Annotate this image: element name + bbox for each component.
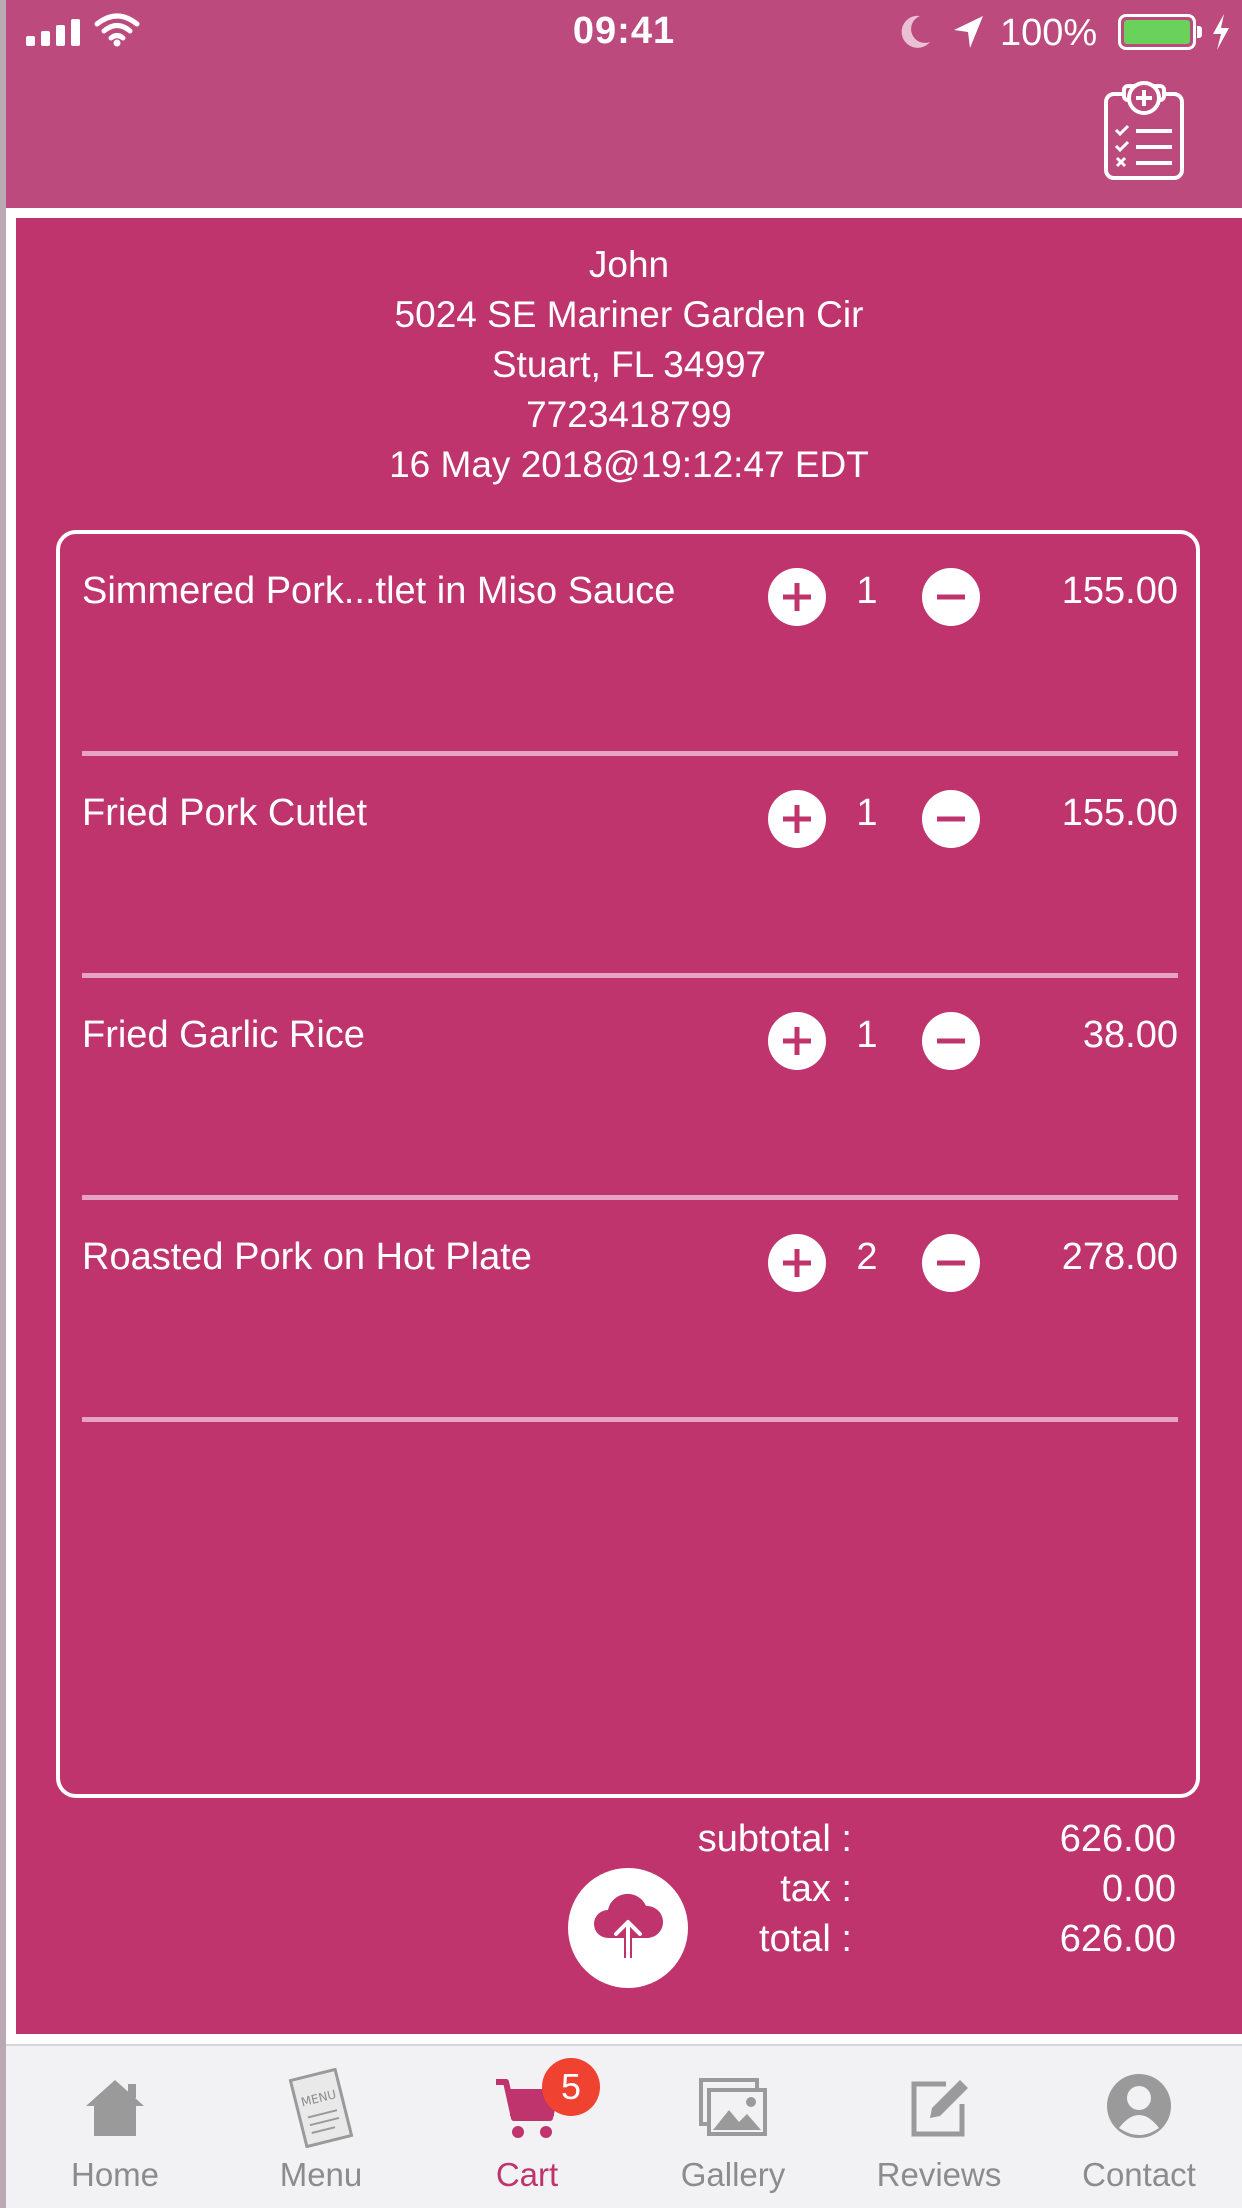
minus-icon — [937, 1260, 965, 1266]
increase-quantity-button[interactable] — [768, 1234, 826, 1292]
item-quantity: 1 — [856, 570, 878, 612]
cart-count-badge: 5 — [542, 2058, 600, 2116]
cart-item: Fried Garlic Rice 1 38.00 — [82, 978, 1178, 1200]
top-bar: 09:41 100% — [6, 0, 1242, 208]
cart-item: Roasted Pork on Hot Plate 2 278.00 — [82, 1200, 1178, 1422]
moon-icon — [901, 15, 930, 48]
increase-quantity-button[interactable] — [768, 568, 826, 626]
tab-menu[interactable]: MENU Menu — [218, 2046, 424, 2208]
item-name: Fried Pork Cutlet — [82, 792, 368, 834]
tab-label: Gallery — [680, 2156, 786, 2193]
increase-quantity-button[interactable] — [768, 1012, 826, 1070]
item-price: 155.00 — [1061, 570, 1178, 612]
cloud-upload-icon — [594, 1893, 664, 1958]
order-checklist-add-icon[interactable] — [1102, 78, 1188, 182]
total-value: 626.00 — [1059, 1918, 1176, 1960]
plus-icon — [783, 1027, 811, 1055]
item-price: 155.00 — [1061, 792, 1178, 834]
battery-icon — [1118, 14, 1202, 50]
total-label: total : — [759, 1918, 852, 1960]
tab-contact[interactable]: Contact — [1036, 2046, 1242, 2208]
tab-home[interactable]: Home — [12, 2046, 218, 2208]
increase-quantity-button[interactable] — [768, 790, 826, 848]
order-datetime: 16 May 2018@19:12:47 EDT — [389, 444, 869, 485]
charging-bolt-icon — [1213, 14, 1229, 50]
item-quantity: 2 — [856, 1236, 878, 1278]
submit-order-button[interactable] — [568, 1868, 688, 1988]
minus-icon — [937, 594, 965, 600]
home-icon — [86, 2080, 144, 2136]
edit-review-icon — [911, 2080, 968, 2137]
contact-person-icon — [1107, 2074, 1171, 2138]
customer-info: John 5024 SE Mariner Garden Cir Stuart, … — [16, 240, 1242, 490]
item-price: 38.00 — [1082, 1014, 1178, 1056]
item-quantity: 1 — [856, 792, 878, 834]
item-quantity: 1 — [856, 1014, 878, 1056]
decrease-quantity-button[interactable] — [922, 790, 980, 848]
plus-icon — [783, 1249, 811, 1277]
tab-label: Home — [70, 2156, 160, 2193]
plus-icon — [783, 583, 811, 611]
cart-items-box: Simmered Pork...tlet in Miso Sauce 1 155… — [56, 530, 1200, 1798]
customer-city-line: Stuart, FL 34997 — [491, 344, 767, 385]
subtotal-label: subtotal : — [697, 1818, 852, 1860]
gallery-icon — [699, 2078, 767, 2136]
tab-label: Menu — [279, 2156, 363, 2193]
cart-item: Simmered Pork...tlet in Miso Sauce 1 155… — [82, 534, 1178, 756]
item-name: Simmered Pork...tlet in Miso Sauce — [82, 570, 676, 612]
tab-label: Reviews — [876, 2156, 1002, 2193]
minus-icon — [937, 1038, 965, 1044]
cart-content: John 5024 SE Mariner Garden Cir Stuart, … — [16, 218, 1242, 2034]
customer-name: John — [588, 244, 670, 285]
decrease-quantity-button[interactable] — [922, 1012, 980, 1070]
plus-icon — [783, 805, 811, 833]
minus-icon — [937, 816, 965, 822]
item-price: 278.00 — [1061, 1236, 1178, 1278]
tab-bar: Home MENU Menu 5 Cart Gallery Reviews Co… — [6, 2044, 1242, 2208]
tax-label: tax : — [780, 1868, 852, 1910]
menu-book-icon: MENU — [288, 2068, 354, 2148]
decrease-quantity-button[interactable] — [922, 1234, 980, 1292]
location-arrow-icon — [954, 16, 983, 48]
subtotal-value: 626.00 — [1059, 1818, 1176, 1860]
decrease-quantity-button[interactable] — [922, 568, 980, 626]
customer-phone: 7723418799 — [526, 394, 732, 435]
tax-value: 0.00 — [1102, 1868, 1176, 1910]
phone-screen: 09:41 100% John 5024 SE Mariner Garden C… — [6, 0, 1242, 2208]
tab-label: Cart — [495, 2156, 559, 2193]
customer-street: 5024 SE Mariner Garden Cir — [394, 294, 864, 335]
tab-label: Contact — [1082, 2156, 1196, 2193]
item-name: Roasted Pork on Hot Plate — [82, 1236, 532, 1278]
tab-reviews[interactable]: Reviews — [836, 2046, 1042, 2208]
battery-percent: 100% — [1000, 12, 1098, 54]
cart-item: Fried Pork Cutlet 1 155.00 — [82, 756, 1178, 978]
order-totals: subtotal : 626.00 tax : 0.00 total : 626… — [616, 1814, 1176, 1964]
item-name: Fried Garlic Rice — [82, 1014, 365, 1056]
tab-cart[interactable]: 5 Cart — [424, 2046, 630, 2208]
tab-gallery[interactable]: Gallery — [630, 2046, 836, 2208]
status-bar: 09:41 100% — [6, 0, 1242, 64]
